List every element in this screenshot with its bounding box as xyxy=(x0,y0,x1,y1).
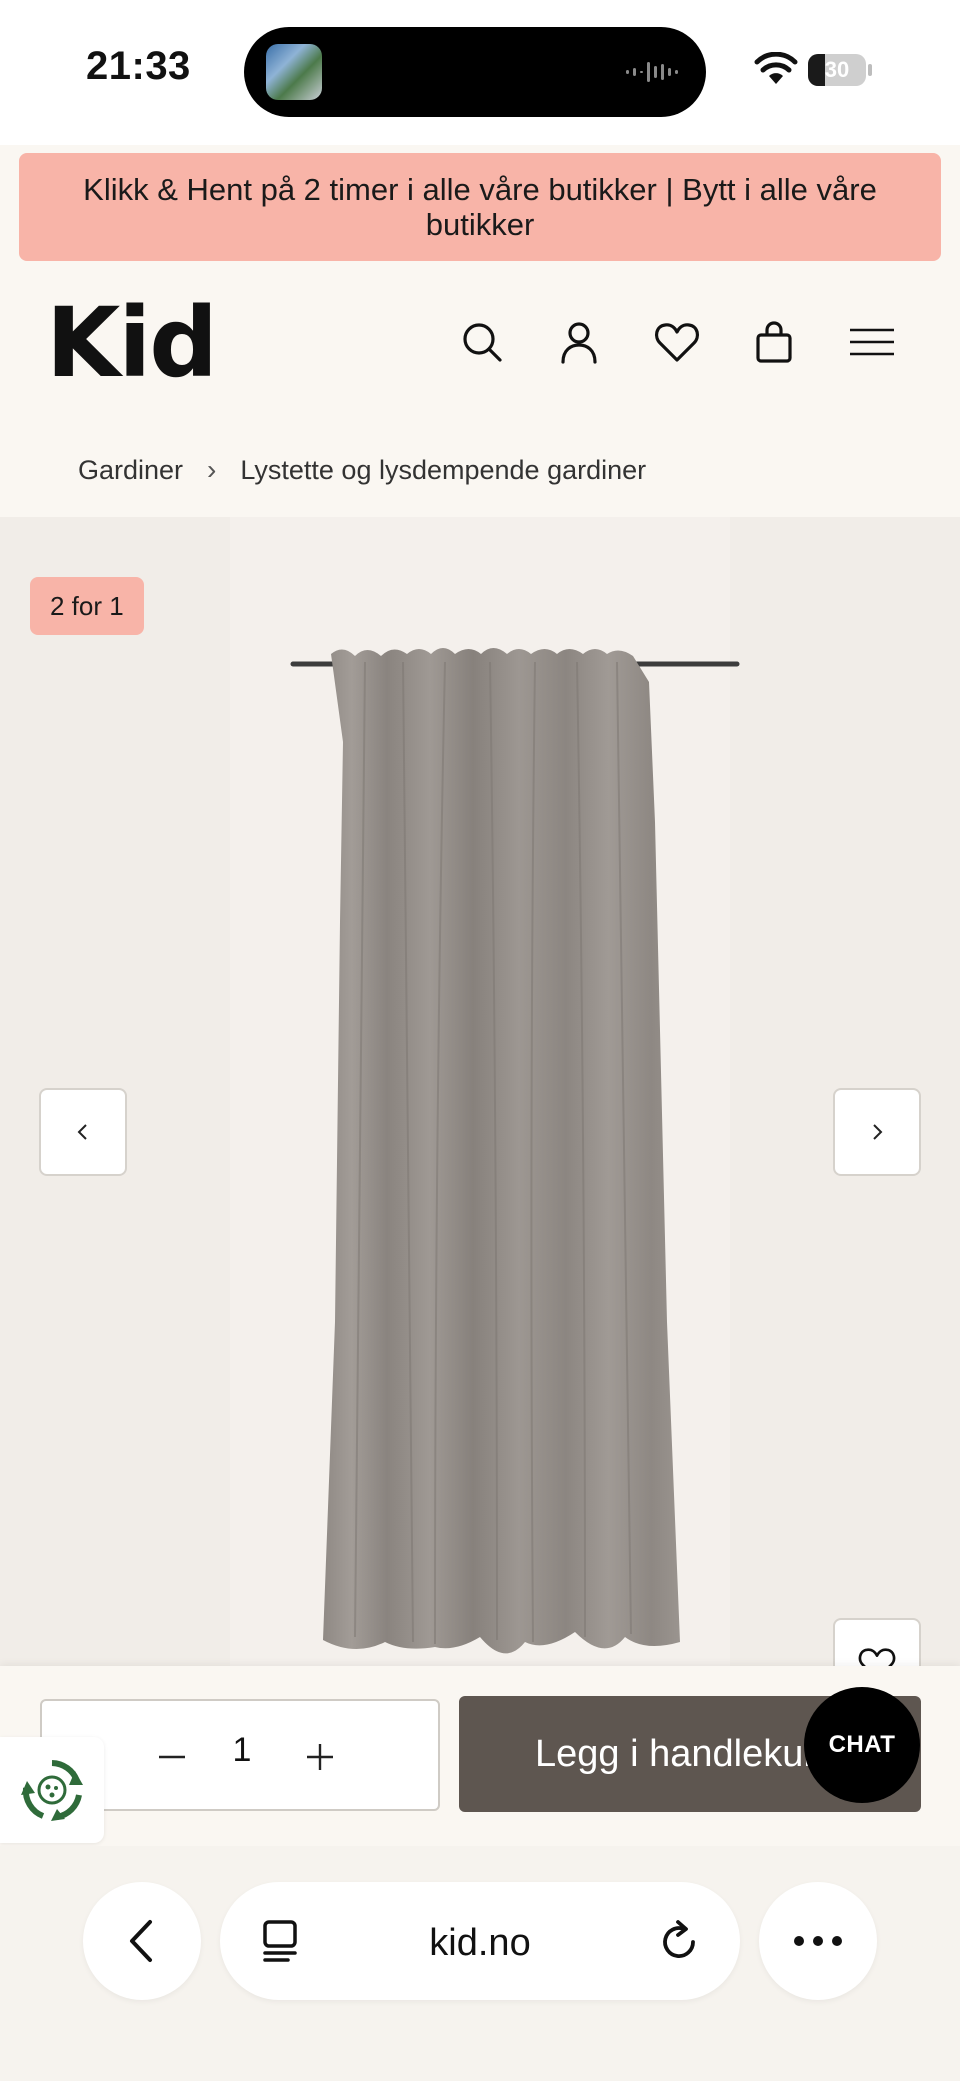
promo-banner-text: Klikk & Hent på 2 timer i alle våre buti… xyxy=(83,172,877,242)
product-gallery[interactable]: 2 for 1 xyxy=(0,517,960,1667)
dynamic-island[interactable] xyxy=(244,27,706,117)
quantity-value[interactable]: 1 xyxy=(202,1731,282,1770)
promo-banner[interactable]: Klikk & Hent på 2 timer i alle våre buti… xyxy=(19,153,941,261)
reload-icon[interactable] xyxy=(656,1918,702,1964)
plus-icon xyxy=(307,1744,333,1770)
product-image xyxy=(290,648,740,1654)
audio-wave-icon xyxy=(626,62,678,82)
quantity-increase-button[interactable] xyxy=(292,1729,348,1785)
heart-icon xyxy=(858,1648,896,1667)
add-to-cart-label: Legg i handlekurv xyxy=(535,1732,835,1775)
browser-back-button[interactable] xyxy=(83,1882,201,2000)
breadcrumb-item-current[interactable]: Lystette og lysdempende gardiner xyxy=(240,455,646,486)
status-time: 21:33 xyxy=(86,44,191,88)
chevron-right-icon xyxy=(873,1124,883,1140)
wifi-icon xyxy=(754,52,798,84)
site-logo[interactable]: Kid xyxy=(46,288,218,398)
quantity-decrease-button[interactable] xyxy=(144,1729,200,1785)
chat-button[interactable]: CHAT xyxy=(804,1687,920,1803)
breadcrumb-separator: › xyxy=(207,454,217,485)
address-bar[interactable]: kid.no xyxy=(220,1882,740,2000)
breadcrumb-item-gardiner[interactable]: Gardiner xyxy=(78,455,183,486)
heart-icon[interactable] xyxy=(653,318,701,366)
add-to-wishlist-button[interactable] xyxy=(833,1618,921,1667)
promo-badge: 2 for 1 xyxy=(30,577,144,635)
battery-icon: 30 xyxy=(808,54,872,86)
gallery-prev-button[interactable] xyxy=(39,1088,127,1176)
status-bar: 21:33 30 xyxy=(0,0,960,145)
island-app-thumbnail xyxy=(266,44,322,100)
chevron-left-icon xyxy=(77,1124,87,1140)
back-icon xyxy=(130,1920,152,1962)
eco-badge-button[interactable] xyxy=(0,1737,104,1843)
account-icon[interactable] xyxy=(555,318,603,366)
more-icon xyxy=(794,1936,842,1946)
breadcrumb: Gardiner › Lystette og lysdempende gardi… xyxy=(78,454,646,486)
battery-level: 30 xyxy=(824,57,850,82)
minus-icon xyxy=(159,1755,185,1759)
menu-icon[interactable] xyxy=(848,318,896,366)
gallery-next-button[interactable] xyxy=(833,1088,921,1176)
recycle-icon xyxy=(21,1760,83,1821)
browser-more-button[interactable] xyxy=(759,1882,877,2000)
chat-label: CHAT xyxy=(828,1731,896,1758)
bag-icon[interactable] xyxy=(750,318,798,366)
search-icon[interactable] xyxy=(458,318,506,366)
